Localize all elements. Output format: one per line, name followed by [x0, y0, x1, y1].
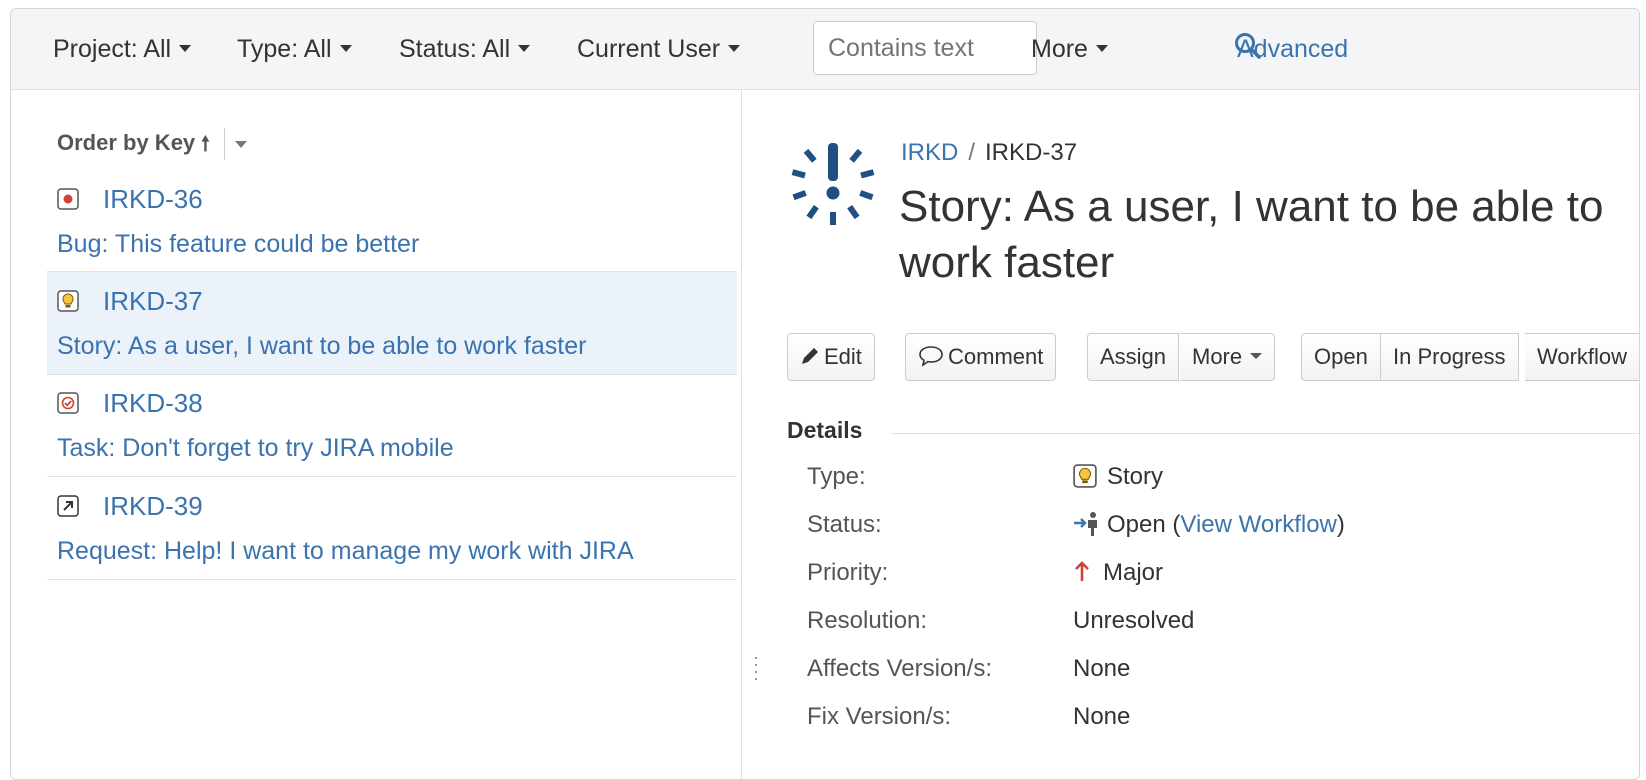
chevron-down-icon	[518, 44, 531, 52]
breadcrumb-issue-key[interactable]: IRKD-37	[985, 139, 1077, 166]
edit-button[interactable]: Edit	[787, 333, 875, 381]
speech-bubble-icon	[919, 346, 943, 367]
issue-summary[interactable]: Story: As a user, I want to be able to w…	[57, 332, 586, 361]
project-filter[interactable]: Project: All	[53, 9, 192, 89]
paren-close: )	[1336, 511, 1345, 538]
affects-version-value: None	[1073, 655, 1131, 682]
arrow-up-icon: 🠕	[201, 132, 210, 155]
status-open-icon	[1074, 511, 1097, 536]
status-filter-label: Status: All	[399, 35, 511, 63]
advanced-search-link[interactable]: Advanced	[1237, 9, 1348, 89]
issue-summary[interactable]: Task: Don't forget to try JIRA mobile	[57, 434, 454, 463]
list-item-selected[interactable]: IRKD-37 Story: As a user, I want to be a…	[47, 271, 737, 375]
bug-icon	[57, 188, 79, 210]
more-actions-button[interactable]: More	[1180, 333, 1276, 381]
status-filter[interactable]: Status: All	[399, 9, 531, 89]
task-icon	[57, 392, 79, 414]
contains-text-input[interactable]	[813, 21, 1037, 75]
resolution-label: Resolution:	[807, 607, 928, 634]
issue-key[interactable]: IRKD-39	[103, 491, 203, 522]
priority-value-text: Major	[1103, 559, 1164, 586]
chevron-down-icon	[728, 44, 741, 52]
assign-button-label: Assign	[1100, 344, 1167, 369]
workflow-button[interactable]: Workflow	[1525, 333, 1639, 381]
open-status-button[interactable]: Open	[1301, 333, 1381, 381]
in-progress-label: In Progress	[1393, 344, 1506, 369]
type-label: Type:	[807, 463, 866, 490]
filter-bar: Project: All Type: All Status: All Curre…	[11, 9, 1639, 90]
user-filter-label: Current User	[577, 35, 721, 63]
list-item[interactable]: IRKD-39 Request: Help! I want to manage …	[47, 477, 737, 580]
user-filter[interactable]: Current User	[577, 9, 741, 89]
chevron-down-icon	[1250, 353, 1263, 360]
issue-title: Story: As a user, I want to be able to w…	[899, 182, 1604, 287]
type-value-text: Story	[1107, 463, 1164, 490]
issue-key[interactable]: IRKD-36	[103, 184, 203, 215]
pencil-icon	[802, 348, 818, 365]
status-label: Status:	[807, 511, 882, 538]
affects-version-label: Affects Version/s:	[807, 655, 992, 682]
project-logo-icon	[791, 143, 875, 225]
chevron-down-icon	[179, 44, 192, 52]
priority-value: Major	[1073, 559, 1163, 587]
status-value: Open (View Workflow)	[1073, 511, 1345, 539]
fix-version-value: None	[1073, 703, 1131, 730]
paren-open: (	[1165, 511, 1181, 538]
story-icon	[57, 290, 79, 312]
details-heading: Details	[787, 417, 863, 443]
priority-major-arrow-icon	[1075, 560, 1089, 581]
open-status-label: Open	[1314, 344, 1368, 369]
chevron-down-icon	[339, 44, 352, 52]
workflow-label: Workflow	[1537, 344, 1628, 369]
issue-list-panel: Order by Key 🠕 IRKD-36 Bug: This feature …	[11, 90, 742, 779]
issue-key[interactable]: IRKD-38	[103, 388, 203, 419]
fix-version-label: Fix Version/s:	[807, 703, 952, 730]
app-frame: Project: All Type: All Status: All Curre…	[10, 8, 1640, 780]
order-by-control[interactable]: Order by Key 🠕	[57, 128, 247, 163]
list-item[interactable]: IRKD-36 Bug: This feature could be bette…	[47, 170, 737, 273]
chevron-down-icon[interactable]	[234, 140, 247, 148]
story-icon	[1073, 463, 1097, 488]
more-filter-label: More	[1031, 35, 1088, 63]
status-value-text: Open	[1107, 511, 1166, 538]
type-filter[interactable]: Type: All	[237, 9, 352, 89]
comment-button[interactable]: Comment	[905, 333, 1057, 381]
assign-button[interactable]: Assign	[1087, 333, 1180, 381]
issue-key[interactable]: IRKD-37	[103, 286, 203, 317]
issue-summary[interactable]: Request: Help! I want to manage my work …	[57, 537, 634, 566]
project-filter-label: Project: All	[53, 35, 172, 63]
order-by-label: Order by Key	[57, 129, 196, 155]
type-value: Story	[1073, 463, 1163, 491]
breadcrumb-separator: /	[968, 139, 976, 166]
comment-button-label: Comment	[948, 344, 1044, 369]
type-filter-label: Type: All	[237, 35, 332, 63]
divider	[223, 128, 225, 160]
more-actions-label: More	[1192, 344, 1243, 369]
priority-label: Priority:	[807, 559, 889, 586]
issue-summary[interactable]: Bug: This feature could be better	[57, 230, 419, 259]
edit-button-label: Edit	[824, 344, 862, 369]
divider	[891, 433, 1639, 434]
view-workflow-link[interactable]: View Workflow	[1180, 511, 1337, 538]
panel-resize-handle[interactable]	[754, 657, 758, 687]
breadcrumb: IRKD / IRKD-37	[901, 139, 1077, 167]
in-progress-button[interactable]: In Progress	[1381, 333, 1519, 381]
breadcrumb-project-link[interactable]: IRKD	[901, 139, 958, 166]
list-item[interactable]: IRKD-38 Task: Don't forget to try JIRA m…	[47, 374, 737, 477]
more-filter[interactable]: More	[1031, 9, 1108, 89]
chevron-down-icon	[1095, 44, 1108, 52]
resolution-value: Unresolved	[1073, 607, 1195, 634]
request-icon	[57, 495, 79, 517]
